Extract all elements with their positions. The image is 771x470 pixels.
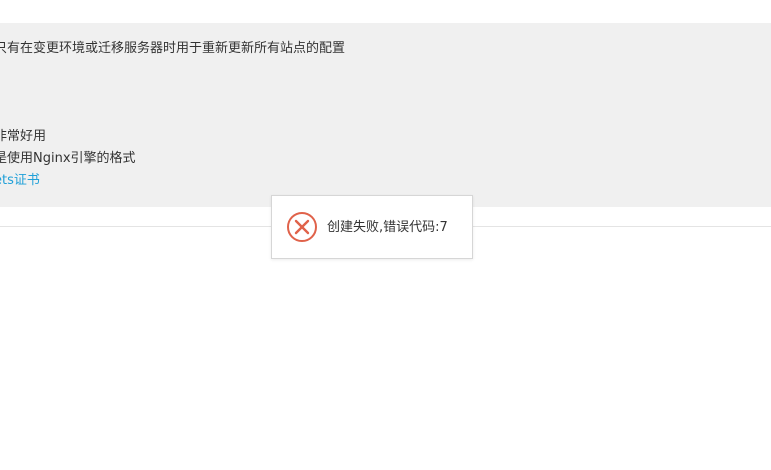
error-toast: 创建失败,错误代码:7: [271, 195, 473, 259]
info-line-2: 非常好用: [0, 129, 47, 144]
error-icon: [287, 212, 317, 242]
toast-message: 创建失败,错误代码:7: [327, 220, 448, 235]
info-panel: 只有在变更环境或迁移服务器时用于重新更新所有站点的配置 非常好用 是使用Ngin…: [0, 23, 771, 207]
certificate-link[interactable]: ets证书: [0, 172, 40, 190]
page: 只有在变更环境或迁移服务器时用于重新更新所有站点的配置 非常好用 是使用Ngin…: [0, 0, 771, 470]
info-line-3: 是使用Nginx引擎的格式: [0, 151, 136, 166]
info-line-1: 只有在变更环境或迁移服务器时用于重新更新所有站点的配置: [0, 41, 346, 56]
